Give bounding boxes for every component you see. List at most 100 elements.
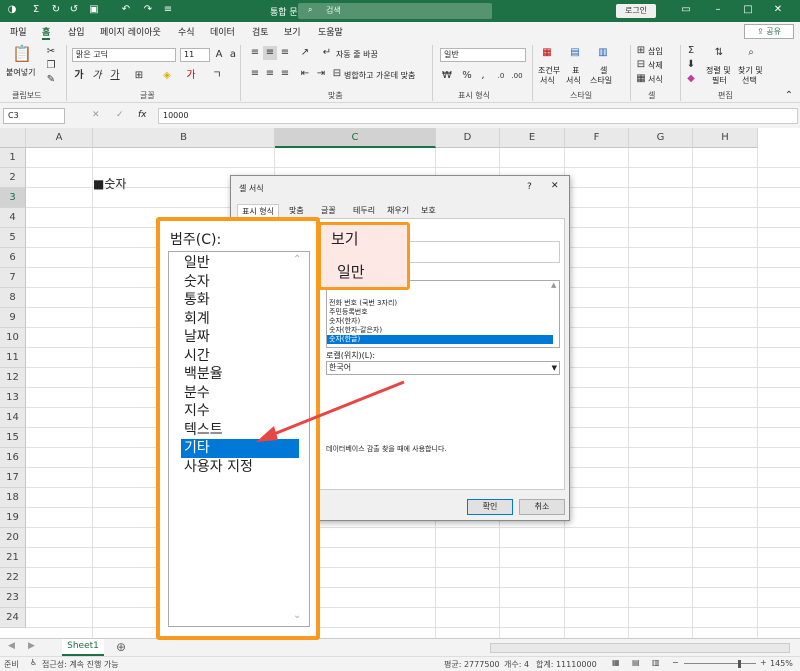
scroll-down-icon[interactable]: ⌄ — [293, 610, 301, 621]
insert-cells-button[interactable]: 삽입 — [648, 46, 663, 57]
search-box[interactable]: ⌕ 검색 — [298, 3, 492, 19]
table-format-icon[interactable]: ▤ — [568, 46, 582, 60]
category-item[interactable]: 시간 — [181, 347, 299, 366]
type-item[interactable]: 숫자(한자-갈은자) — [329, 326, 382, 334]
formula-input[interactable]: 10000 — [158, 108, 798, 124]
conditional-format-label-2[interactable]: 서식 — [540, 75, 555, 86]
tab-help[interactable]: 도움말 — [318, 25, 343, 38]
phonetic-icon[interactable]: ㄱ — [210, 69, 224, 83]
tab-review[interactable]: 검토 — [252, 25, 269, 38]
italic-icon[interactable]: 가 — [90, 69, 104, 83]
dialog-ok-button[interactable]: 확인 — [467, 499, 513, 515]
tab-insert[interactable]: 삽입 — [68, 25, 85, 38]
row-header-10[interactable]: 10 — [0, 328, 26, 348]
dialog-tab-number[interactable]: 표시 형식 — [237, 204, 279, 218]
redo-icon[interactable]: ↷ — [142, 4, 154, 16]
minimize-icon[interactable]: – — [712, 4, 724, 16]
border-icon[interactable]: ⊞ — [132, 69, 146, 83]
category-item[interactable]: 날짜 — [181, 328, 299, 347]
cell-styles-label-2[interactable]: 스타일 — [590, 75, 612, 86]
copy-icon[interactable]: ❐ — [44, 59, 58, 73]
category-item[interactable]: 숫자 — [181, 273, 299, 292]
sort-filter-label-2[interactable]: 필터 — [712, 75, 727, 86]
maximize-icon[interactable]: □ — [742, 4, 754, 16]
cell-b2[interactable]: ■숫자 — [93, 175, 126, 192]
decrease-indent-icon[interactable]: ⇤ — [298, 67, 312, 81]
type-item[interactable]: 주민등록번호 — [329, 308, 368, 316]
row-header-18[interactable]: 18 — [0, 488, 26, 508]
align-bottom-icon[interactable]: ≡ — [278, 46, 292, 60]
column-header-b[interactable]: B — [93, 128, 275, 148]
row-header-14[interactable]: 14 — [0, 408, 26, 428]
orientation-icon[interactable]: ↗ — [298, 46, 312, 60]
dialog-tab-font[interactable]: 글꼴 — [317, 204, 340, 218]
tab-page-layout[interactable]: 페이지 레이아웃 — [100, 25, 161, 38]
column-header-f[interactable]: F — [565, 128, 629, 148]
quick-access-more-icon[interactable]: ≡ — [162, 4, 174, 16]
category-item[interactable]: 회계 — [181, 310, 299, 329]
login-button[interactable]: 로그인 — [616, 4, 656, 18]
tab-file[interactable]: 파일 — [10, 25, 27, 38]
dialog-help-button[interactable]: ? — [527, 182, 532, 192]
type-item[interactable]: 숫자(한자) — [329, 317, 360, 325]
dialog-tab-alignment[interactable]: 맞춤 — [285, 204, 308, 218]
dialog-tab-protection[interactable]: 보호 — [417, 204, 440, 218]
collapse-ribbon-icon[interactable]: ⌃ — [782, 89, 796, 103]
page-break-view-icon[interactable]: ▥ — [652, 658, 660, 667]
row-header-19[interactable]: 19 — [0, 508, 26, 528]
decrease-decimal-icon[interactable]: .00 — [510, 69, 524, 83]
shrink-font-icon[interactable]: a — [226, 48, 240, 62]
tab-data[interactable]: 데이터 — [210, 25, 235, 38]
row-header-24[interactable]: 24 — [0, 608, 26, 628]
row-header-4[interactable]: 4 — [0, 208, 26, 228]
column-header-e[interactable]: E — [500, 128, 565, 148]
column-header-g[interactable]: G — [629, 128, 693, 148]
format-painter-icon[interactable]: ✎ — [44, 73, 58, 87]
comma-icon[interactable]: , — [476, 69, 490, 83]
row-header-3[interactable]: 3 — [0, 188, 26, 208]
close-window-icon[interactable]: ✕ — [772, 4, 784, 16]
row-header-20[interactable]: 20 — [0, 528, 26, 548]
row-header-6[interactable]: 6 — [0, 248, 26, 268]
increase-decimal-icon[interactable]: .0 — [494, 69, 508, 83]
add-sheet-icon[interactable]: ⊕ — [116, 640, 126, 654]
confirm-entry-icon[interactable]: ✓ — [116, 110, 124, 120]
cut-icon[interactable]: ✂ — [44, 45, 58, 59]
type-item[interactable]: 전화 번호 (국번 3자리) — [329, 299, 397, 307]
align-right-icon[interactable]: ≡ — [278, 67, 292, 81]
locale-select[interactable]: 한국어 ▼ — [326, 361, 560, 375]
row-header-7[interactable]: 7 — [0, 268, 26, 288]
tab-formulas[interactable]: 수식 — [178, 25, 195, 38]
font-color-icon[interactable]: 가 — [184, 69, 198, 83]
paste-icon[interactable]: 📋 — [12, 46, 32, 67]
column-header-c[interactable]: C — [275, 128, 436, 148]
clear-icon[interactable]: ◆ — [684, 72, 698, 86]
dialog-tab-border[interactable]: 테두리 — [349, 204, 379, 218]
row-header-11[interactable]: 11 — [0, 348, 26, 368]
page-layout-view-icon[interactable]: ▤ — [632, 658, 640, 667]
dialog-close-button[interactable]: ✕ — [551, 181, 559, 191]
share-button[interactable]: ⇪ 공유 — [744, 24, 794, 39]
wrap-text-icon[interactable]: ↵ — [320, 46, 334, 60]
sort-filter-icon[interactable]: ⇅ — [712, 46, 726, 60]
grow-font-icon[interactable]: A — [212, 48, 226, 62]
row-header-13[interactable]: 13 — [0, 388, 26, 408]
name-box[interactable]: C3 — [3, 108, 65, 124]
save-icon[interactable]: ▣ — [88, 4, 100, 16]
row-header-16[interactable]: 16 — [0, 448, 26, 468]
row-header-2[interactable]: 2 — [0, 168, 26, 188]
status-accessibility[interactable]: 접근성: 계속 진행 가능 — [42, 659, 119, 670]
row-header-5[interactable]: 5 — [0, 228, 26, 248]
delete-cells-button[interactable]: 삭제 — [648, 60, 663, 71]
autosave-icon[interactable]: ◑ — [6, 4, 18, 16]
bold-icon[interactable]: 가 — [72, 69, 86, 83]
align-left-icon[interactable]: ≡ — [248, 67, 262, 81]
row-header-12[interactable]: 12 — [0, 368, 26, 388]
conditional-format-icon[interactable]: ▦ — [540, 46, 554, 60]
underline-icon[interactable]: 가 — [108, 69, 122, 83]
zoom-out-icon[interactable]: − — [672, 658, 679, 667]
autosum-icon[interactable]: Σ — [684, 44, 698, 58]
wrap-text-button[interactable]: 자동 줄 바꿈 — [336, 49, 378, 60]
zoom-slider[interactable] — [684, 663, 756, 664]
zoom-in-icon[interactable]: + — [760, 658, 767, 667]
